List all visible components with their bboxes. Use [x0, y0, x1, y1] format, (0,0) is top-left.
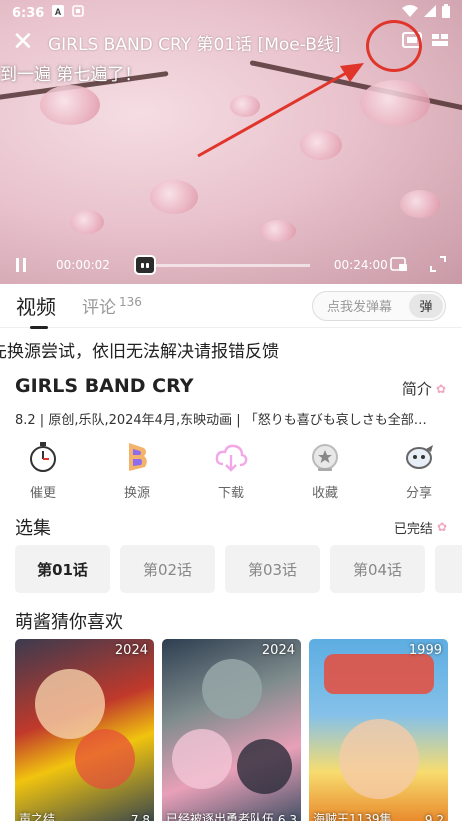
card-caption: 声之结	[19, 812, 56, 821]
show-title: GIRLS BAND CRY	[15, 375, 194, 397]
notice-link[interactable]: 先换源尝试，依旧无法解决请报错反馈	[0, 334, 462, 364]
content-tabs: 视频 评论 136 点我发弹幕 弹	[0, 284, 462, 329]
recommend-card[interactable]: 2024 声之结 7.8	[15, 639, 154, 821]
poster-art	[172, 729, 232, 789]
episode-item[interactable]: 第	[435, 545, 462, 593]
action-download-button[interactable]: 下载	[203, 440, 259, 501]
share-bird-icon	[406, 445, 433, 469]
video-player[interactable]: 6:36 A ✕ GIRLS BAND CRY 第01话 [Moe-B线] 到一…	[0, 0, 462, 284]
danmaku-toggle-icon[interactable]	[390, 256, 408, 275]
flower-icon: ✿	[435, 381, 446, 396]
episode-list: 第01话 第02话 第03话 第04话 第	[15, 545, 462, 593]
progress-thumb-icon[interactable]	[133, 254, 156, 275]
card-caption: 海贼王1139集	[313, 812, 392, 821]
card-year: 2024	[261, 643, 295, 658]
card-score: 7.8	[130, 813, 150, 821]
action-download-label: 下载	[217, 486, 244, 501]
comments-count: 136	[119, 295, 142, 310]
cloud-download-icon	[215, 444, 248, 472]
annotation-arrow	[197, 63, 364, 158]
recommend-header: 萌酱猜你喜欢	[15, 612, 123, 633]
tab-video-label: 视频	[16, 295, 56, 319]
stopwatch-icon	[30, 442, 56, 472]
poster-art	[35, 669, 105, 739]
card-score: 9.2	[424, 813, 444, 821]
action-source-label: 换源	[123, 486, 150, 501]
intro-label: 简介	[401, 380, 432, 398]
card-year: 1999	[408, 643, 442, 658]
danmaku-input[interactable]: 点我发弹幕 弹	[312, 290, 446, 321]
episode-item[interactable]: 第02话	[120, 545, 215, 593]
pause-icon[interactable]	[16, 258, 30, 272]
poster-art	[324, 654, 434, 694]
poster-art	[75, 729, 135, 789]
tab-comments-label: 评论	[82, 298, 116, 318]
fullscreen-icon[interactable]	[430, 255, 446, 275]
card-caption: 已经被逐出勇者队伍	[166, 812, 275, 821]
danmaku-placeholder: 点我发弹幕	[327, 300, 393, 315]
action-source-button[interactable]: 换源	[109, 440, 165, 501]
poster-art	[339, 719, 419, 799]
tab-video[interactable]: 视频	[16, 291, 56, 329]
intro-button[interactable]: 简介 ✿	[402, 378, 446, 399]
current-time: 00:00:02	[56, 258, 110, 272]
notice-text: 先换源尝试，依旧无法解决请报错反馈	[0, 342, 279, 362]
action-share-label: 分享	[405, 486, 432, 501]
episode-item[interactable]: 第04话	[330, 545, 425, 593]
action-remind-label: 催更	[29, 486, 56, 501]
action-favorite-button[interactable]: 收藏	[297, 440, 353, 501]
star-badge-icon	[312, 444, 338, 471]
source-b-icon	[129, 443, 147, 471]
recommend-card[interactable]: 1999 海贼王1139集 9.2	[309, 639, 448, 821]
action-favorite-label: 收藏	[311, 486, 338, 501]
episode-status-label: 已完结	[393, 521, 433, 537]
tab-comments[interactable]: 评论 136	[82, 293, 142, 318]
action-share-button[interactable]: 分享	[391, 440, 447, 501]
poster-art	[202, 659, 262, 719]
recommend-list: 2024 声之结 7.8 2024 已经被逐出勇者队伍 6.3 1999 海贼王…	[15, 639, 462, 821]
recommend-card[interactable]: 2024 已经被逐出勇者队伍 6.3	[162, 639, 301, 821]
progress-bar[interactable]	[133, 254, 310, 275]
flower-icon: ✿	[436, 520, 447, 534]
action-remind-button[interactable]: 催更	[15, 440, 71, 501]
player-controls: 00:00:02 00:24:00	[0, 248, 462, 282]
card-score: 6.3	[277, 813, 297, 821]
episode-status[interactable]: 已完结 ✿	[394, 518, 447, 537]
episode-item[interactable]: 第03话	[225, 545, 320, 593]
duration: 00:24:00	[333, 258, 388, 272]
action-row: 催更 换源 下载 收藏 分享	[15, 440, 447, 501]
episode-header: 选集 已完结 ✿	[15, 514, 447, 540]
episode-header-title: 选集	[15, 518, 51, 539]
poster-art	[237, 739, 292, 794]
card-year: 2024	[114, 643, 148, 658]
show-meta: 8.2 | 原创,乐队,2024年4月,东映动画 | 「怒りも喜びも哀しさも全部…	[15, 413, 427, 428]
danmaku-button[interactable]: 弹	[409, 293, 443, 318]
episode-item[interactable]: 第01话	[15, 545, 110, 593]
